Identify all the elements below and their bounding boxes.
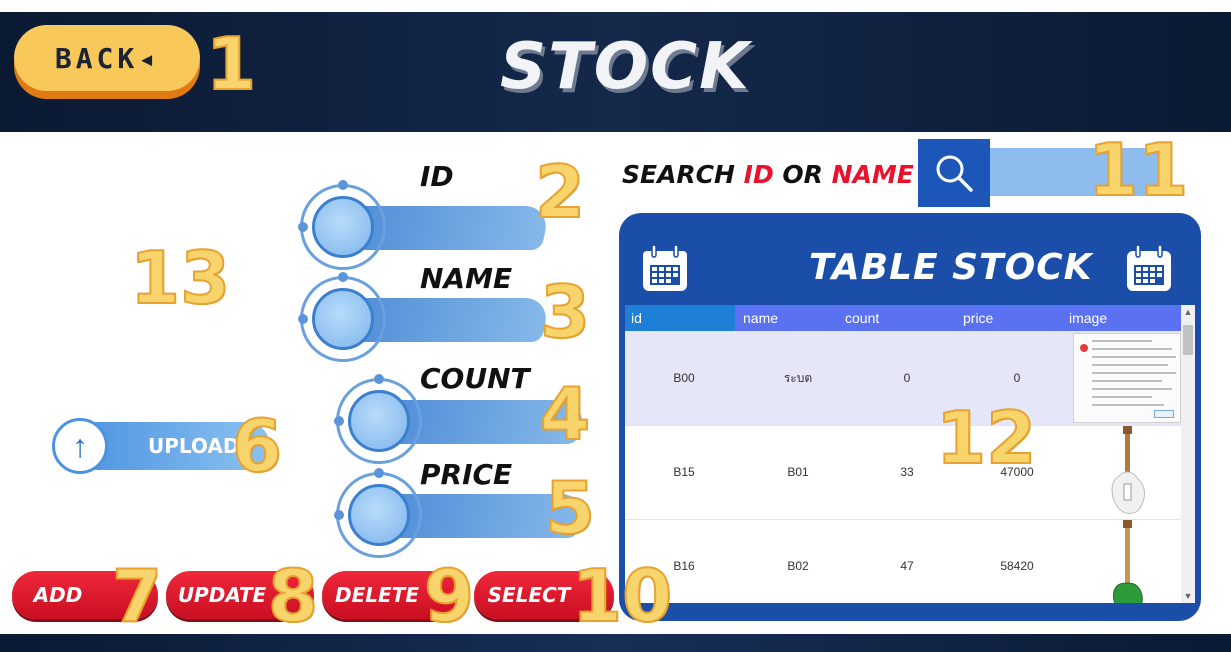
search-label-prefix: SEARCH xyxy=(622,160,744,189)
name-field-knob xyxy=(312,288,374,350)
scrollbar-thumb[interactable] xyxy=(1183,325,1193,355)
text-line xyxy=(1092,348,1172,350)
table-panel: TABLE STOCK id name count price image B0… xyxy=(619,213,1201,621)
text-line xyxy=(1092,364,1168,366)
annotation-number: 8 xyxy=(267,553,319,639)
cell-image xyxy=(1073,331,1181,425)
cell-image xyxy=(1073,425,1181,519)
table-row[interactable]: B16 B02 47 58420 xyxy=(625,519,1181,603)
annotation-number: 1 xyxy=(205,21,257,107)
update-label: UPDATE xyxy=(177,583,267,607)
search-label-or: OR xyxy=(773,160,832,189)
select-label: SELECT xyxy=(487,583,571,607)
ring-dot xyxy=(338,272,348,282)
cell-name: ระบต xyxy=(783,370,813,385)
text-line xyxy=(1092,380,1162,382)
id-input[interactable] xyxy=(390,210,534,246)
id-field-knob xyxy=(312,196,374,258)
column-header-price[interactable]: price xyxy=(955,305,1065,331)
ring-dot xyxy=(374,468,384,478)
cell-image xyxy=(1073,519,1181,603)
table-header: id name count price image xyxy=(625,305,1181,331)
annotation-number: 7 xyxy=(111,553,163,639)
cell-count: 0 xyxy=(903,371,911,385)
text-line xyxy=(1092,388,1172,390)
price-field-knob xyxy=(348,484,410,546)
count-field-knob xyxy=(348,390,410,452)
search-icon xyxy=(936,155,973,192)
cell-count: 47 xyxy=(900,559,914,573)
ring-dot xyxy=(334,510,344,520)
text-line xyxy=(1092,356,1176,358)
text-line xyxy=(1092,396,1152,398)
delete-label: DELETE xyxy=(335,583,419,607)
column-header-id[interactable]: id xyxy=(625,305,735,331)
scroll-up-icon[interactable]: ▲ xyxy=(1181,305,1195,319)
table-title: TABLE STOCK xyxy=(809,247,1093,288)
ring-dot xyxy=(298,314,308,324)
add-label: ADD xyxy=(33,583,83,607)
calendar-icon xyxy=(639,243,691,295)
annotation-number: 13 xyxy=(129,235,231,321)
back-button[interactable]: BACK◂ xyxy=(14,25,200,91)
annotation-number: 3 xyxy=(539,269,591,355)
cell-price: 58420 xyxy=(1000,559,1034,573)
cell-name: B01 xyxy=(787,465,809,479)
cell-price: 0 xyxy=(1013,371,1021,385)
page-title: STOCK xyxy=(500,30,751,104)
ring-dot xyxy=(298,222,308,232)
text-line xyxy=(1092,404,1164,406)
annotation-number: 9 xyxy=(423,553,475,639)
ring-dot xyxy=(374,374,384,384)
search-button[interactable] xyxy=(918,139,990,207)
ring-dot xyxy=(334,416,344,426)
annotation-number: 6 xyxy=(231,403,283,489)
text-line xyxy=(1092,372,1176,374)
table-row[interactable]: B15 B01 33 47000 xyxy=(625,425,1181,520)
guitar-icon xyxy=(1111,426,1145,514)
stock-table[interactable]: id name count price image B00 ระบต 0 0 B… xyxy=(625,305,1195,603)
annotation-number: 10 xyxy=(571,553,673,639)
upload-label: UPLOAD xyxy=(148,434,240,458)
table-scrollbar[interactable]: ▲ ▼ xyxy=(1181,305,1195,603)
annotation-number: 4 xyxy=(539,371,591,457)
search-label-name: NAME xyxy=(831,160,914,189)
column-header-count[interactable]: count xyxy=(845,305,955,331)
annotation-number: 2 xyxy=(534,149,586,235)
calendar-icon xyxy=(1123,243,1175,295)
cell-name: B02 xyxy=(787,559,809,573)
bass-guitar-icon xyxy=(1113,520,1143,603)
table-row[interactable]: B00 ระบต 0 0 xyxy=(625,331,1181,426)
arrow-up-icon: ↑ xyxy=(52,418,108,474)
cell-id: B00 xyxy=(673,371,695,385)
name-input[interactable] xyxy=(390,302,534,338)
column-header-image[interactable]: image xyxy=(1065,305,1181,331)
cell-id: B15 xyxy=(673,465,695,479)
text-line xyxy=(1092,340,1152,342)
error-icon xyxy=(1080,344,1088,352)
search-label: SEARCH ID OR NAME xyxy=(622,160,914,189)
annotation-number: 5 xyxy=(544,465,596,551)
annotation-number: 11 xyxy=(1087,127,1189,213)
search-label-id: ID xyxy=(743,160,774,189)
scroll-down-icon[interactable]: ▼ xyxy=(1181,589,1195,603)
annotation-number: 12 xyxy=(935,395,1037,481)
ring-dot xyxy=(338,180,348,190)
error-dialog-thumbnail xyxy=(1073,333,1181,423)
column-header-name[interactable]: name xyxy=(735,305,845,331)
ok-button xyxy=(1154,410,1174,418)
